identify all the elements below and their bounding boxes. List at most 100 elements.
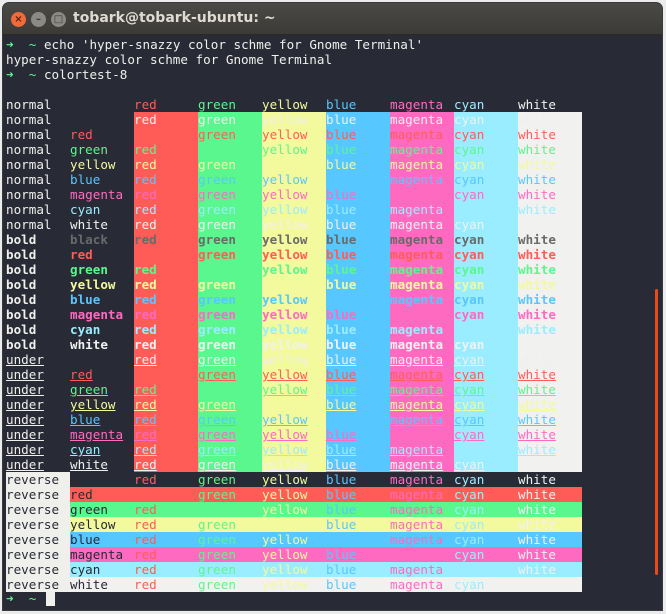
- colortest-cell: bold: [6, 337, 37, 352]
- colortest-cell: cyan: [454, 232, 518, 247]
- colortest-cell: blue: [326, 172, 390, 187]
- colortest-cell: blue: [70, 412, 101, 427]
- colortest-cell: green: [198, 172, 262, 187]
- colortest-row: reverse magenta red green yellow blue magenta c…: [6, 547, 582, 562]
- colortest-cell: cyan: [454, 427, 518, 442]
- colortest-cell: blue: [326, 562, 390, 577]
- colortest-cell: cyan: [454, 97, 485, 112]
- colortest-cell: white: [518, 382, 582, 397]
- colortest-cell: red: [134, 337, 198, 352]
- colortest-cell: green: [198, 292, 262, 307]
- colortest-row: reverse yellow red green yellow blue magenta cy…: [6, 517, 582, 532]
- colortest-cell: magenta: [70, 427, 124, 442]
- colortest-row: normal blue red green yellow blue magenta cyan w…: [6, 172, 582, 187]
- prompt-dir: ~: [28, 37, 37, 52]
- colortest-cell: magenta: [390, 127, 454, 142]
- colortest-cell: magenta: [390, 232, 454, 247]
- colortest-cell: yellow: [262, 442, 326, 457]
- colortest-cell: yellow: [70, 517, 134, 532]
- colortest-cell: cyan: [454, 352, 518, 367]
- colortest-cell: magenta: [390, 202, 454, 217]
- colortest-cell: white: [518, 532, 582, 547]
- colortest-cell: red: [134, 262, 198, 277]
- colortest-cell: white: [518, 217, 582, 232]
- colortest-cell: white: [518, 472, 556, 487]
- colortest-cell: magenta: [390, 307, 454, 322]
- colortest-cell: red: [134, 127, 198, 142]
- colortest-cell: magenta: [390, 577, 454, 592]
- colortest-cell: blue: [326, 322, 390, 337]
- colortest-cell: bold: [6, 292, 37, 307]
- colortest-row: normal magenta red green yellow blue magenta cy…: [6, 187, 582, 202]
- colortest-cell: yellow: [262, 412, 326, 427]
- prompt-arrow-icon: ➜: [6, 37, 14, 52]
- colortest-cell: cyan: [454, 142, 518, 157]
- colortest-cell: white: [518, 487, 582, 502]
- colortest-cell: cyan: [70, 442, 101, 457]
- prompt-arrow-icon: ➜: [6, 67, 14, 82]
- command-line: ➜ ~ echo 'hyper-snazzy color schme for G…: [6, 37, 423, 52]
- colortest-row: under white red green yellow blue magenta cyan w…: [6, 457, 582, 472]
- colortest-cell: yellow: [262, 562, 326, 577]
- colortest-cell: magenta: [390, 247, 454, 262]
- colortest-cell: blue: [326, 337, 390, 352]
- text-cursor: [46, 591, 55, 606]
- colortest-row: under magenta red green yellow blue magenta cya…: [6, 427, 582, 442]
- colortest-row: normal cyan red green yellow blue magenta cyan w…: [6, 202, 582, 217]
- colortest-cell: magenta: [70, 547, 134, 562]
- colortest-cell: magenta: [390, 262, 454, 277]
- colortest-cell: red: [134, 367, 198, 382]
- colortest-cell: red: [134, 97, 157, 112]
- colortest-cell: red: [70, 367, 93, 382]
- colortest-cell: cyan: [454, 547, 518, 562]
- colortest-cell: magenta: [390, 382, 454, 397]
- colortest-cell: white: [518, 367, 582, 382]
- colortest-cell: red: [134, 577, 198, 592]
- colortest-cell: reverse: [6, 532, 70, 547]
- colortest-cell: white: [518, 412, 582, 427]
- colortest-cell: white: [518, 337, 582, 352]
- colortest-cell: blue: [326, 517, 390, 532]
- colortest-cell: yellow: [262, 352, 326, 367]
- colortest-cell: white: [518, 397, 582, 412]
- colortest-cell: yellow: [262, 292, 326, 307]
- colortest-cell: magenta: [390, 502, 454, 517]
- colortest-cell: red: [134, 562, 198, 577]
- colortest-cell: magenta: [390, 532, 454, 547]
- title-bar: × – □ tobark@tobark-ubuntu: ~: [3, 3, 662, 35]
- colortest-cell: cyan: [454, 577, 518, 592]
- colortest-cell: reverse: [6, 577, 70, 592]
- scrollbar[interactable]: [655, 289, 658, 575]
- colortest-cell: cyan: [70, 562, 134, 577]
- colortest-cell: blue: [70, 292, 101, 307]
- colortest-cell: cyan: [454, 187, 518, 202]
- colortest-cell: white: [518, 277, 582, 292]
- colortest-cell: green: [198, 112, 262, 127]
- colortest-cell: red: [134, 427, 198, 442]
- colortest-cell: white: [518, 322, 582, 337]
- colortest-cell: white: [518, 547, 582, 562]
- colortest-cell: yellow: [262, 427, 326, 442]
- maximize-icon[interactable]: □: [51, 12, 66, 27]
- colortest-row: reverse cyan red green yellow blue magenta cyan…: [6, 562, 582, 577]
- colortest-cell: magenta: [390, 352, 454, 367]
- colortest-row: normal red green yellow blue magenta cyan white: [6, 112, 582, 127]
- colortest-cell: green: [198, 562, 262, 577]
- colortest-row: under cyan red green yellow blue magenta cyan wh…: [6, 442, 582, 457]
- colortest-cell: cyan: [454, 532, 518, 547]
- colortest-cell: white: [518, 292, 582, 307]
- colortest-row: normal white red green yellow blue magenta cyan…: [6, 217, 582, 232]
- colortest-cell: white: [518, 442, 582, 457]
- colortest-cell: under: [6, 382, 44, 397]
- colortest-cell: cyan: [454, 562, 518, 577]
- colortest-cell: white: [70, 457, 108, 472]
- terminal-content[interactable]: ➜ ~ echo 'hyper-snazzy color schme for G…: [3, 35, 662, 610]
- close-icon[interactable]: ×: [11, 12, 26, 27]
- colortest-cell: black: [70, 232, 108, 247]
- colortest-row: bold yellow red green yellow blue magenta cyan w…: [6, 277, 582, 292]
- colortest-cell: blue: [326, 427, 390, 442]
- minimize-icon[interactable]: –: [31, 12, 46, 27]
- colortest-cell: blue: [326, 397, 390, 412]
- colortest-cell: red: [134, 277, 198, 292]
- colortest-cell: yellow: [262, 307, 326, 322]
